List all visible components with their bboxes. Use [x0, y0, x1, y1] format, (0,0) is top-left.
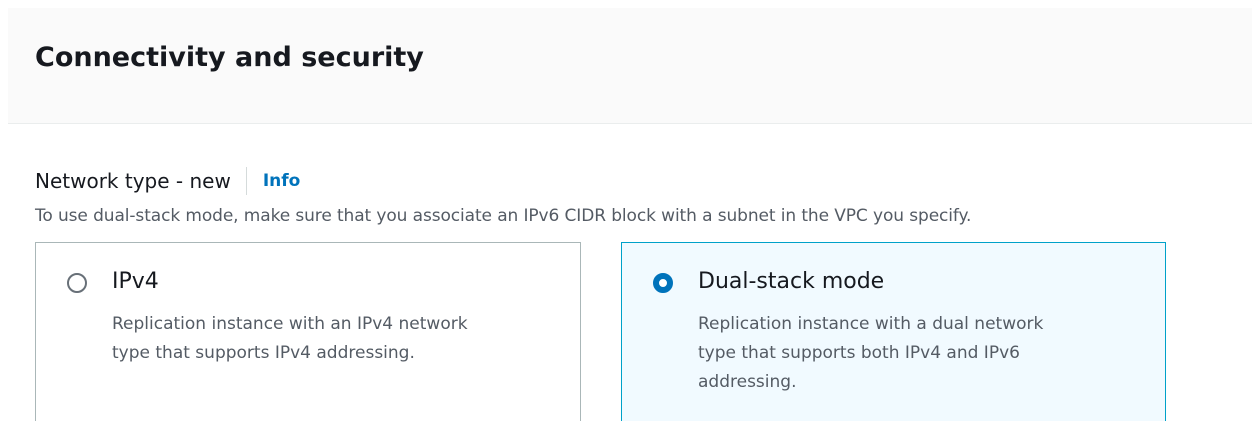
radio-button-dual-stack[interactable] — [653, 273, 673, 293]
section-header: Connectivity and security — [8, 8, 1252, 124]
radio-button-ipv4[interactable] — [67, 273, 87, 293]
radio-tile-description: Replication instance with an IPv4 networ… — [112, 314, 468, 363]
label-divider — [245, 167, 247, 195]
network-type-description: To use dual-stack mode, make sure that y… — [35, 206, 972, 226]
network-type-label-row: Network type - new Info — [35, 166, 300, 196]
connectivity-security-panel: Connectivity and security Network type -… — [0, 0, 1252, 421]
radio-tile-title: IPv4 — [112, 269, 159, 294]
info-link[interactable]: Info — [263, 171, 301, 191]
section-title: Connectivity and security — [35, 42, 424, 73]
radio-tile-description: Replication instance with a dual network… — [698, 314, 1044, 392]
radio-tile-ipv4[interactable]: IPv4 Replication instance with an IPv4 n… — [35, 242, 581, 421]
network-type-label: Network type - new — [35, 169, 231, 193]
radio-tile-title: Dual-stack mode — [698, 269, 885, 294]
radio-tile-dual-stack[interactable]: Dual-stack mode Replication instance wit… — [621, 242, 1166, 421]
